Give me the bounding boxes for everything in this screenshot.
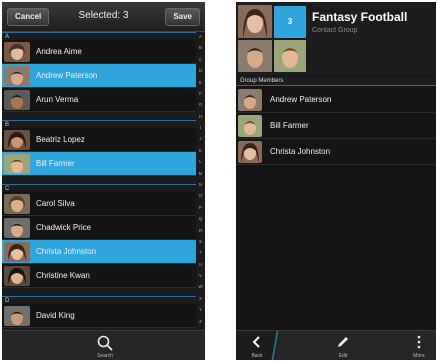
avatar	[4, 242, 30, 262]
group-members-header: Group Members	[236, 76, 436, 86]
more-label: More	[413, 353, 425, 359]
contact-row[interactable]: Chadwick Price	[2, 216, 196, 240]
group-title: Fantasy Football	[312, 10, 408, 24]
avatar	[4, 42, 30, 62]
contact-name: Christa Johnston	[36, 247, 97, 256]
edit-label: Edit	[338, 353, 348, 359]
member-name: Christa Johnston	[270, 147, 331, 156]
index-letter[interactable]: V	[196, 273, 205, 278]
index-letter[interactable]: D	[196, 68, 205, 73]
contact-row[interactable]: Andrea Aime	[2, 40, 196, 64]
group-action-bar: Back Edit More	[236, 330, 436, 360]
avatar	[4, 218, 30, 238]
contact-name: Andrea Aime	[36, 47, 82, 56]
index-letter[interactable]: I	[196, 125, 205, 130]
contact-name: Christine Kwan	[36, 271, 90, 280]
index-letter[interactable]: R	[196, 228, 205, 233]
section-header-a: A	[2, 32, 196, 40]
section-header-b: B	[2, 120, 196, 128]
index-letter[interactable]: M	[196, 171, 205, 176]
avatar	[238, 115, 262, 137]
avatar	[4, 66, 30, 86]
picker-title-bar: Cancel Selected: 3 Save	[2, 2, 205, 32]
contact-row[interactable]: Arun Verma	[2, 88, 196, 112]
search-button-label: Search	[97, 353, 113, 359]
contact-row[interactable]: Andrew Paterson	[2, 64, 196, 88]
contact-name: Bill Farmer	[36, 159, 75, 168]
more-button[interactable]: More	[404, 331, 434, 360]
index-letter[interactable]: E	[196, 80, 205, 85]
index-letter[interactable]: C	[196, 57, 205, 62]
index-letter[interactable]: A	[196, 34, 205, 39]
contact-name: Carol Silva	[36, 199, 75, 208]
index-letter[interactable]: S	[196, 239, 205, 244]
avatar	[4, 266, 30, 286]
member-name: Andrew Paterson	[270, 95, 332, 104]
index-letter[interactable]: F	[196, 91, 205, 96]
index-letter[interactable]: N	[196, 182, 205, 187]
group-header: 3 Fantasy Football Contact Group	[236, 2, 436, 75]
contact-name: Beatriz Lopez	[36, 135, 85, 144]
back-arrow-icon	[252, 336, 260, 348]
avatar	[4, 154, 30, 174]
avatar	[4, 194, 30, 214]
member-photo	[238, 40, 272, 72]
index-letter[interactable]: O	[196, 193, 205, 198]
index-letter[interactable]: B	[196, 45, 205, 50]
contact-row[interactable]: David King	[2, 304, 196, 328]
contact-row[interactable]: Christine Kwan	[2, 264, 196, 288]
avatar	[238, 89, 262, 111]
index-letter[interactable]: X	[196, 296, 205, 301]
index-letter[interactable]: G	[196, 102, 205, 107]
index-letter[interactable]: K	[196, 148, 205, 153]
section-header-d: D	[2, 296, 196, 304]
index-letter[interactable]: T	[196, 250, 205, 255]
member-count-badge: 3	[274, 6, 306, 38]
avatar	[4, 90, 30, 110]
index-letter[interactable]: J	[196, 136, 205, 141]
index-letter[interactable]: U	[196, 262, 205, 267]
search-icon[interactable]	[97, 335, 113, 351]
section-header-c: C	[2, 184, 196, 192]
contact-name: David King	[36, 311, 75, 320]
contact-picker-screen: Cancel Selected: 3 Save A Andrea Aime An…	[2, 2, 205, 360]
index-letter[interactable]: H	[196, 114, 205, 119]
index-letter[interactable]: L	[196, 159, 205, 164]
contact-name: Chadwick Price	[36, 223, 92, 232]
pencil-icon	[338, 337, 348, 347]
avatar	[4, 306, 30, 326]
member-photo	[274, 40, 306, 72]
index-letter[interactable]: Q	[196, 216, 205, 221]
member-row[interactable]: Andrew Paterson	[236, 87, 436, 113]
alphabet-index-scrubber[interactable]: A B C D E F G H I J K L M N O P Q R S T U V W X Y Z	[196, 32, 205, 330]
overflow-menu-icon	[417, 335, 421, 349]
contact-name: Andrew Paterson	[36, 71, 98, 80]
member-name: Bill Farmer	[270, 121, 309, 130]
member-photo	[238, 5, 272, 38]
group-detail-screen: 3 Fantasy Football Contact Group Group M…	[236, 2, 436, 360]
index-letter[interactable]: Y	[196, 307, 205, 312]
member-row[interactable]: Bill Farmer	[236, 113, 436, 139]
contact-row[interactable]: Carol Silva	[2, 192, 196, 216]
avatar	[4, 130, 30, 150]
index-letter[interactable]: Z	[196, 319, 205, 324]
contact-name: Arun Verma	[36, 95, 79, 104]
edit-button[interactable]: Edit	[328, 331, 358, 360]
avatar	[238, 141, 262, 163]
index-letter[interactable]: W	[196, 284, 205, 289]
member-row[interactable]: Christa Johnston	[236, 139, 436, 165]
back-label: Back	[251, 353, 263, 359]
group-subtitle: Contact Group	[312, 27, 358, 34]
picker-action-bar: Search	[2, 330, 205, 360]
contact-row[interactable]: Christa Johnston	[2, 240, 196, 264]
contact-row[interactable]: Bill Farmer	[2, 152, 196, 176]
save-button[interactable]: Save	[165, 8, 200, 26]
contact-row[interactable]: Beatriz Lopez	[2, 128, 196, 152]
index-letter[interactable]: P	[196, 205, 205, 210]
